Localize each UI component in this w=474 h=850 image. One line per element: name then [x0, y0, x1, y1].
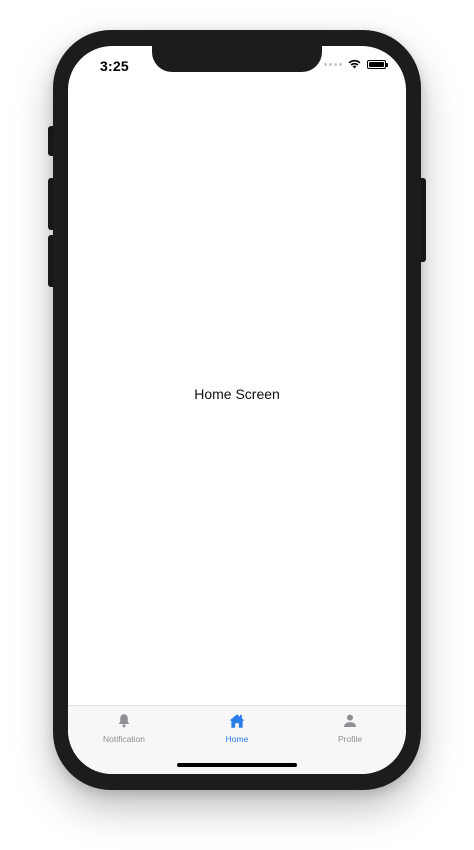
tab-home-label: Home	[225, 734, 249, 744]
tab-notification[interactable]: Notification	[68, 712, 180, 752]
wifi-icon	[348, 59, 361, 69]
tab-profile[interactable]: Profile	[294, 712, 406, 752]
status-time: 3:25	[100, 58, 129, 74]
tab-profile-label: Profile	[337, 734, 363, 744]
device-mockup: 3:25 Home Screen Notification Home Profi…	[0, 0, 474, 850]
phone-screen: 3:25 Home Screen Notification Home Profi…	[68, 46, 406, 774]
cellular-signal-icon	[324, 62, 342, 66]
bell-icon	[118, 714, 130, 728]
status-indicators	[324, 59, 388, 69]
notch	[152, 46, 322, 72]
tab-notification-label: Notification	[102, 734, 146, 744]
home-screen-label: Home Screen	[194, 386, 280, 402]
home-indicator[interactable]	[177, 763, 297, 767]
tab-home[interactable]: Home	[181, 712, 293, 752]
person-icon	[344, 714, 356, 727]
battery-icon	[367, 59, 388, 69]
home-icon	[229, 714, 245, 728]
